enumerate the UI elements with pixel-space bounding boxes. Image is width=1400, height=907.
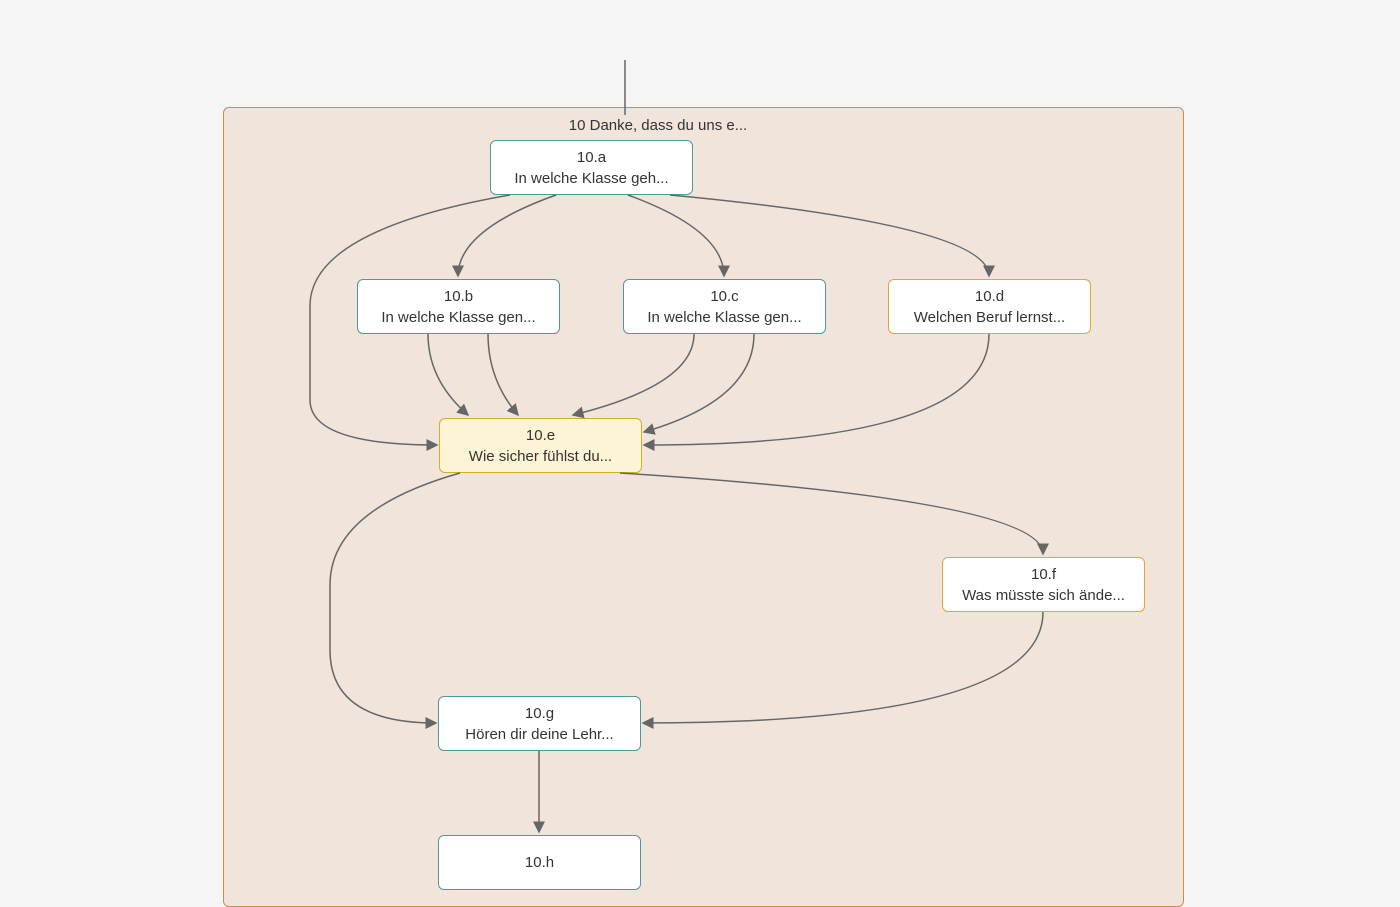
node-id: 10.f (1031, 564, 1056, 585)
node-label: Wie sicher fühlst du... (469, 446, 612, 467)
node-id: 10.e (526, 425, 555, 446)
node-id: 10.d (975, 286, 1004, 307)
node-label: Hören dir deine Lehr... (465, 724, 613, 745)
node-label: Was müsste sich ände... (962, 585, 1125, 606)
node-10h[interactable]: 10.h (438, 835, 641, 890)
node-10e[interactable]: 10.e Wie sicher fühlst du... (439, 418, 642, 473)
group-frame (223, 107, 1184, 907)
group-title: 10 Danke, dass du uns e... (538, 117, 778, 134)
node-10b[interactable]: 10.b In welche Klasse gen... (357, 279, 560, 334)
node-label: In welche Klasse gen... (647, 307, 801, 328)
node-10c[interactable]: 10.c In welche Klasse gen... (623, 279, 826, 334)
node-label: In welche Klasse geh... (514, 168, 668, 189)
node-10g[interactable]: 10.g Hören dir deine Lehr... (438, 696, 641, 751)
node-10a[interactable]: 10.a In welche Klasse geh... (490, 140, 693, 195)
node-label: In welche Klasse gen... (381, 307, 535, 328)
node-id: 10.c (710, 286, 738, 307)
node-10f[interactable]: 10.f Was müsste sich ände... (942, 557, 1145, 612)
node-id: 10.h (525, 852, 554, 873)
node-10d[interactable]: 10.d Welchen Beruf lernst... (888, 279, 1091, 334)
node-id: 10.g (525, 703, 554, 724)
node-id: 10.a (577, 147, 606, 168)
node-id: 10.b (444, 286, 473, 307)
node-label: Welchen Beruf lernst... (914, 307, 1065, 328)
